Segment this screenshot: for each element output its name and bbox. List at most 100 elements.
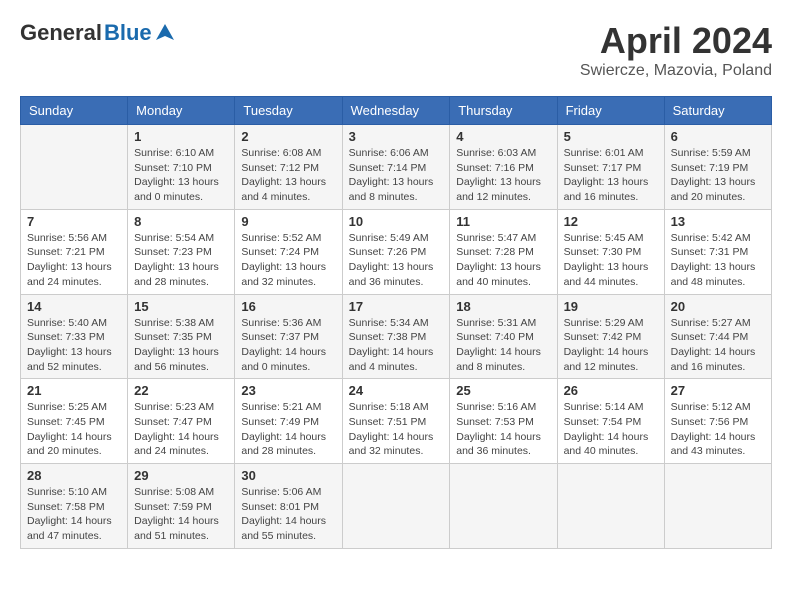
day-info: Sunrise: 5:52 AM Sunset: 7:24 PM Dayligh…: [241, 231, 335, 290]
calendar-cell: 15 Sunrise: 5:38 AM Sunset: 7:35 PM Dayli…: [128, 294, 235, 379]
day-info: Sunrise: 5:06 AM Sunset: 8:01 PM Dayligh…: [241, 485, 335, 544]
day-info: Sunrise: 6:01 AM Sunset: 7:17 PM Dayligh…: [564, 146, 658, 205]
calendar-cell: 24 Sunrise: 5:18 AM Sunset: 7:51 PM Dayli…: [342, 379, 450, 464]
day-number: 24: [349, 383, 444, 398]
day-info: Sunrise: 5:21 AM Sunset: 7:49 PM Dayligh…: [241, 400, 335, 459]
calendar-cell: 1 Sunrise: 6:10 AM Sunset: 7:10 PM Daylig…: [128, 125, 235, 210]
calendar-cell: 27 Sunrise: 5:12 AM Sunset: 7:56 PM Dayli…: [664, 379, 771, 464]
calendar-cell: 6Sunrise: 5:59 AM Sunset: 7:19 PM Daylig…: [664, 125, 771, 210]
calendar-cell: 5 Sunrise: 6:01 AM Sunset: 7:17 PM Daylig…: [557, 125, 664, 210]
weekday-header-tuesday: Tuesday: [235, 97, 342, 125]
weekday-header-thursday: Thursday: [450, 97, 557, 125]
day-number: 21: [27, 383, 121, 398]
logo-icon: [154, 22, 176, 44]
day-info: Sunrise: 5:29 AM Sunset: 7:42 PM Dayligh…: [564, 316, 658, 375]
day-info: Sunrise: 5:56 AM Sunset: 7:21 PM Dayligh…: [27, 231, 121, 290]
calendar-cell: 26 Sunrise: 5:14 AM Sunset: 7:54 PM Dayli…: [557, 379, 664, 464]
month-title: April 2024: [580, 20, 772, 62]
day-info: Sunrise: 5:36 AM Sunset: 7:37 PM Dayligh…: [241, 316, 335, 375]
day-number: 20: [671, 299, 765, 314]
calendar-cell: 21Sunrise: 5:25 AM Sunset: 7:45 PM Dayli…: [21, 379, 128, 464]
day-info: Sunrise: 5:31 AM Sunset: 7:40 PM Dayligh…: [456, 316, 550, 375]
calendar-cell: 12Sunrise: 5:45 AM Sunset: 7:30 PM Dayli…: [557, 209, 664, 294]
day-number: 16: [241, 299, 335, 314]
logo: General Blue: [20, 20, 176, 46]
calendar-cell: 19 Sunrise: 5:29 AM Sunset: 7:42 PM Dayli…: [557, 294, 664, 379]
calendar-cell: 14Sunrise: 5:40 AM Sunset: 7:33 PM Dayli…: [21, 294, 128, 379]
calendar-cell: 16 Sunrise: 5:36 AM Sunset: 7:37 PM Dayli…: [235, 294, 342, 379]
weekday-header-friday: Friday: [557, 97, 664, 125]
day-info: Sunrise: 5:47 AM Sunset: 7:28 PM Dayligh…: [456, 231, 550, 290]
day-info: Sunrise: 5:27 AM Sunset: 7:44 PM Dayligh…: [671, 316, 765, 375]
day-number: 25: [456, 383, 550, 398]
week-row-2: 7Sunrise: 5:56 AM Sunset: 7:21 PM Daylig…: [21, 209, 772, 294]
calendar-cell: 30 Sunrise: 5:06 AM Sunset: 8:01 PM Dayli…: [235, 464, 342, 549]
calendar-cell: [450, 464, 557, 549]
calendar-cell: [664, 464, 771, 549]
day-info: Sunrise: 5:49 AM Sunset: 7:26 PM Dayligh…: [349, 231, 444, 290]
calendar-cell: 23 Sunrise: 5:21 AM Sunset: 7:49 PM Dayli…: [235, 379, 342, 464]
day-number: 8: [134, 214, 228, 229]
day-number: 17: [349, 299, 444, 314]
day-info: Sunrise: 5:12 AM Sunset: 7:56 PM Dayligh…: [671, 400, 765, 459]
weekday-header-monday: Monday: [128, 97, 235, 125]
day-number: 15: [134, 299, 228, 314]
day-number: 12: [564, 214, 658, 229]
day-info: Sunrise: 5:38 AM Sunset: 7:35 PM Dayligh…: [134, 316, 228, 375]
day-number: 26: [564, 383, 658, 398]
day-number: 4: [456, 129, 550, 144]
day-number: 2: [241, 129, 335, 144]
day-number: 1: [134, 129, 228, 144]
logo-general: General: [20, 20, 102, 46]
day-info: Sunrise: 6:08 AM Sunset: 7:12 PM Dayligh…: [241, 146, 335, 205]
calendar-cell: 28 Sunrise: 5:10 AM Sunset: 7:58 PM Dayli…: [21, 464, 128, 549]
calendar-cell: 11 Sunrise: 5:47 AM Sunset: 7:28 PM Dayli…: [450, 209, 557, 294]
day-info: Sunrise: 5:23 AM Sunset: 7:47 PM Dayligh…: [134, 400, 228, 459]
day-number: 23: [241, 383, 335, 398]
week-row-3: 14Sunrise: 5:40 AM Sunset: 7:33 PM Dayli…: [21, 294, 772, 379]
day-number: 10: [349, 214, 444, 229]
calendar-cell: 7Sunrise: 5:56 AM Sunset: 7:21 PM Daylig…: [21, 209, 128, 294]
day-number: 19: [564, 299, 658, 314]
logo-blue: Blue: [104, 20, 152, 46]
day-info: Sunrise: 5:34 AM Sunset: 7:38 PM Dayligh…: [349, 316, 444, 375]
day-info: Sunrise: 5:08 AM Sunset: 7:59 PM Dayligh…: [134, 485, 228, 544]
title-section: April 2024 Swiercze, Mazovia, Poland: [580, 20, 772, 80]
weekday-header-saturday: Saturday: [664, 97, 771, 125]
calendar-cell: 22 Sunrise: 5:23 AM Sunset: 7:47 PM Dayli…: [128, 379, 235, 464]
week-row-1: 1 Sunrise: 6:10 AM Sunset: 7:10 PM Daylig…: [21, 125, 772, 210]
day-number: 5: [564, 129, 658, 144]
calendar-cell: 4Sunrise: 6:03 AM Sunset: 7:16 PM Daylig…: [450, 125, 557, 210]
day-number: 27: [671, 383, 765, 398]
calendar-cell: 3Sunrise: 6:06 AM Sunset: 7:14 PM Daylig…: [342, 125, 450, 210]
weekday-header-wednesday: Wednesday: [342, 97, 450, 125]
day-number: 11: [456, 214, 550, 229]
calendar-cell: [21, 125, 128, 210]
day-number: 13: [671, 214, 765, 229]
calendar-cell: 17 Sunrise: 5:34 AM Sunset: 7:38 PM Dayli…: [342, 294, 450, 379]
week-row-4: 21Sunrise: 5:25 AM Sunset: 7:45 PM Dayli…: [21, 379, 772, 464]
day-info: Sunrise: 5:42 AM Sunset: 7:31 PM Dayligh…: [671, 231, 765, 290]
location: Swiercze, Mazovia, Poland: [580, 62, 772, 80]
calendar-cell: 9Sunrise: 5:52 AM Sunset: 7:24 PM Daylig…: [235, 209, 342, 294]
day-number: 30: [241, 468, 335, 483]
day-number: 6: [671, 129, 765, 144]
calendar-cell: 13 Sunrise: 5:42 AM Sunset: 7:31 PM Dayli…: [664, 209, 771, 294]
calendar-cell: [342, 464, 450, 549]
day-info: Sunrise: 6:10 AM Sunset: 7:10 PM Dayligh…: [134, 146, 228, 205]
day-info: Sunrise: 5:10 AM Sunset: 7:58 PM Dayligh…: [27, 485, 121, 544]
calendar-cell: 2 Sunrise: 6:08 AM Sunset: 7:12 PM Daylig…: [235, 125, 342, 210]
page-header: General Blue April 2024 Swiercze, Mazovi…: [20, 20, 772, 80]
calendar-cell: 10 Sunrise: 5:49 AM Sunset: 7:26 PM Dayli…: [342, 209, 450, 294]
day-info: Sunrise: 5:18 AM Sunset: 7:51 PM Dayligh…: [349, 400, 444, 459]
weekday-header-row: SundayMondayTuesdayWednesdayThursdayFrid…: [21, 97, 772, 125]
week-row-5: 28 Sunrise: 5:10 AM Sunset: 7:58 PM Dayli…: [21, 464, 772, 549]
day-number: 22: [134, 383, 228, 398]
calendar-table: SundayMondayTuesdayWednesdayThursdayFrid…: [20, 96, 772, 549]
calendar-cell: [557, 464, 664, 549]
day-number: 29: [134, 468, 228, 483]
day-info: Sunrise: 6:06 AM Sunset: 7:14 PM Dayligh…: [349, 146, 444, 205]
calendar-cell: 29 Sunrise: 5:08 AM Sunset: 7:59 PM Dayli…: [128, 464, 235, 549]
day-info: Sunrise: 5:14 AM Sunset: 7:54 PM Dayligh…: [564, 400, 658, 459]
day-number: 28: [27, 468, 121, 483]
